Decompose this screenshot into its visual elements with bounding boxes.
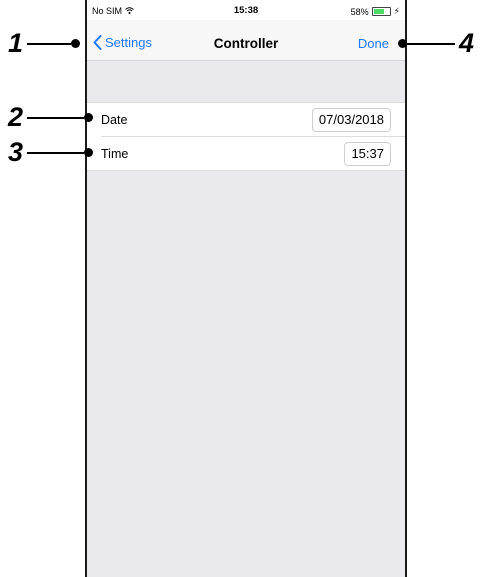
callout-number: 2	[8, 102, 24, 132]
battery-icon	[371, 7, 391, 16]
callout-dot	[398, 39, 407, 48]
callout-number: 3	[8, 137, 24, 167]
battery-fill	[373, 9, 384, 14]
callout-dot	[84, 113, 94, 122]
date-row[interactable]: Date 07/03/2018	[87, 103, 405, 136]
status-bar: No SIM 15:38 58% ⚡	[87, 0, 405, 20]
done-button[interactable]: Done	[358, 36, 389, 51]
callout-dot	[84, 148, 94, 157]
charging-icon: ⚡	[393, 6, 400, 16]
date-field[interactable]: 07/03/2018	[311, 108, 391, 132]
callout-leader	[27, 42, 72, 45]
callout-leader	[407, 42, 455, 45]
callout-1: 1	[8, 28, 81, 58]
callout-2: 2	[8, 102, 94, 132]
callout-leader	[27, 151, 85, 154]
time-label: Time	[101, 147, 129, 161]
callout-number: 1	[8, 28, 24, 58]
navigation-bar: Settings Controller Done	[87, 20, 405, 61]
time-row[interactable]: Time 15:37	[101, 136, 405, 170]
phone-screen: No SIM 15:38 58% ⚡ Settings Controller D…	[85, 0, 407, 577]
callout-3: 3	[8, 137, 94, 167]
battery-percent: 58%	[350, 6, 369, 17]
settings-table: Date 07/03/2018 Time 15:37	[87, 102, 405, 171]
callout-4: 4	[398, 30, 474, 57]
battery-group: 58% ⚡	[351, 6, 400, 17]
date-label: Date	[101, 113, 128, 127]
callout-dot	[71, 39, 81, 48]
callout-number: 4	[459, 28, 475, 58]
callout-leader	[27, 116, 85, 119]
time-field[interactable]: 15:37	[344, 142, 391, 166]
